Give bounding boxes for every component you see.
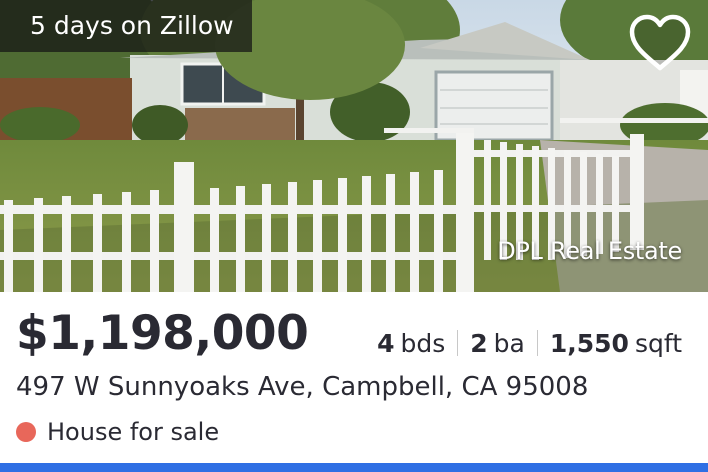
- beds-value: 4: [377, 328, 395, 358]
- heart-outline-icon: [629, 14, 691, 71]
- details-divider: [457, 330, 459, 356]
- sqft-value: 1,550: [549, 328, 629, 358]
- listing-price: $1,198,000: [16, 306, 309, 361]
- save-favorite-button[interactable]: [626, 12, 694, 74]
- baths-unit: ba: [493, 328, 525, 358]
- listing-address[interactable]: 497 W Sunnyoaks Ave, Campbell, CA 95008: [16, 372, 588, 402]
- listing-card[interactable]: 5 days on Zillow DPL Real Estate $1,198,…: [0, 0, 708, 472]
- listing-status: House for sale: [16, 418, 219, 446]
- brokerage-watermark: DPL Real Estate: [497, 237, 682, 265]
- sqft-unit: sqft: [634, 328, 682, 358]
- listing-photo[interactable]: 5 days on Zillow DPL Real Estate: [0, 0, 708, 292]
- days-on-site-badge: 5 days on Zillow: [0, 0, 252, 52]
- card-accent-bar: [0, 463, 708, 472]
- baths-value: 2: [470, 328, 488, 358]
- beds-unit: bds: [400, 328, 446, 358]
- status-dot-icon: [16, 422, 36, 442]
- listing-details: 4 bds 2 ba 1,550 sqft: [377, 326, 682, 360]
- details-divider: [536, 330, 538, 356]
- status-label: House for sale: [47, 418, 220, 446]
